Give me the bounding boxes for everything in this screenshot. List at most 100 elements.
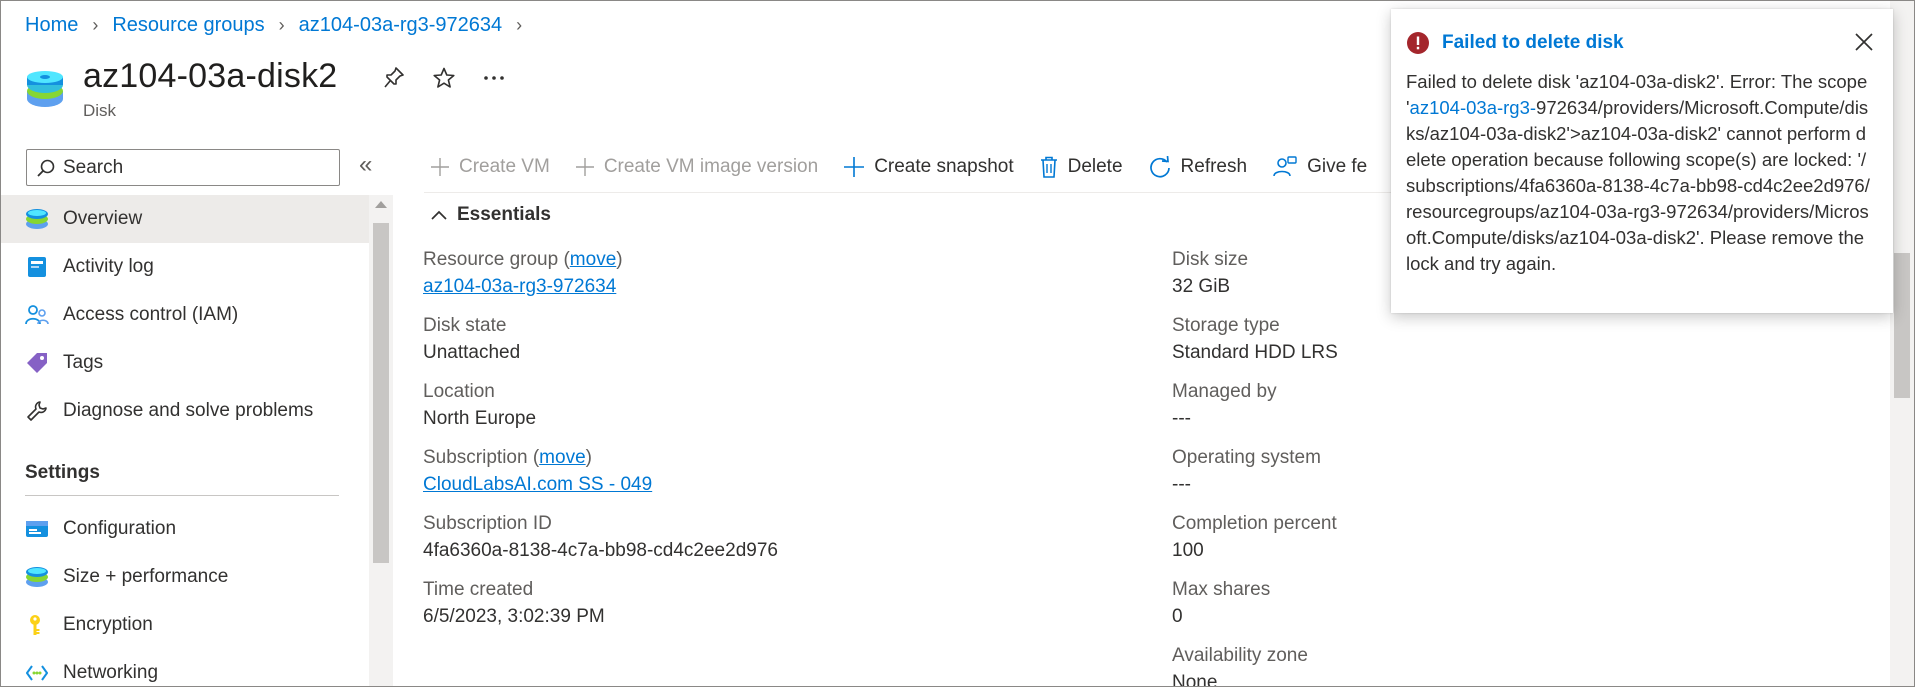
sidebar-item-configuration[interactable]: Configuration — [1, 505, 369, 553]
search-icon — [37, 159, 55, 177]
page-title: az104-03a-disk2 — [83, 57, 338, 95]
field-location: Location North Europe — [423, 381, 1023, 430]
sidebar-item-label: Encryption — [63, 614, 153, 635]
field-value: 0 — [1172, 606, 1183, 627]
field-time-created: Time created 6/5/2023, 3:02:39 PM — [423, 579, 1023, 628]
field-label: Managed by — [1172, 381, 1277, 402]
sidebar-item-diagnose[interactable]: Diagnose and solve problems — [1, 387, 369, 435]
collapse-sidebar-icon[interactable]: « — [359, 151, 372, 179]
sidebar-item-networking[interactable]: Networking — [1, 649, 369, 686]
iam-icon — [25, 303, 49, 327]
field-label-close: ) — [585, 447, 592, 468]
give-feedback-label: Give fe — [1307, 156, 1368, 177]
sidebar-item-size-performance[interactable]: Size + performance — [1, 553, 369, 601]
activity-log-icon — [25, 255, 49, 279]
create-vm-button[interactable]: Create VM — [431, 156, 550, 178]
trash-icon — [1040, 156, 1058, 178]
wrench-icon — [25, 399, 49, 423]
field-availability-zone: Availability zone None — [1172, 645, 1772, 687]
field-label: Availability zone — [1172, 645, 1308, 666]
sidebar-item-tags[interactable]: Tags — [1, 339, 369, 387]
title-actions — [381, 63, 507, 93]
chevron-right-icon: › — [278, 15, 285, 35]
field-value: North Europe — [423, 408, 537, 429]
give-feedback-button[interactable]: Give fe — [1273, 156, 1367, 178]
essentials-toggle[interactable]: Essentials — [431, 204, 551, 226]
notification-message: Failed to delete disk 'az104-03a-disk2'.… — [1406, 69, 1871, 277]
field-value: 4fa6360a-8138-4c7a-bb98-cd4c2ee2d976 — [423, 540, 778, 561]
notification-scope-link[interactable]: az104-03a-rg3- — [1410, 97, 1537, 118]
resource-type: Disk — [83, 101, 117, 120]
sidebar-search[interactable] — [26, 149, 340, 186]
create-vm-image-button[interactable]: Create VM image version — [575, 156, 819, 178]
sidebar-item-label: Activity log — [63, 256, 154, 277]
delete-button[interactable]: Delete — [1040, 156, 1123, 178]
main-scrollbar[interactable] — [1890, 1, 1914, 686]
field-value: Unattached — [423, 342, 521, 363]
sidebar-item-iam[interactable]: Access control (IAM) — [1, 291, 369, 339]
create-snapshot-button[interactable]: Create snapshot — [844, 156, 1014, 178]
sidebar-item-overview[interactable]: Overview — [1, 195, 369, 243]
scroll-up-icon[interactable] — [375, 201, 387, 208]
move-resource-group-link[interactable]: move — [570, 249, 616, 270]
plus-icon — [431, 158, 449, 176]
sidebar-section-settings: Settings — [25, 462, 100, 483]
sidebar-scroll-thumb[interactable] — [373, 223, 389, 563]
resource-group-link[interactable]: az104-03a-rg3-972634 — [423, 276, 1023, 298]
sidebar: Overview Activity log Access control (IA… — [1, 195, 393, 686]
field-label: Disk state — [423, 315, 507, 336]
sidebar-item-label: Networking — [63, 662, 159, 683]
field-resource-group: Resource group (move) az104-03a-rg3-9726… — [423, 249, 1023, 298]
more-options-icon[interactable] — [481, 63, 507, 93]
search-input[interactable] — [63, 156, 323, 179]
sidebar-item-label: Overview — [63, 208, 143, 229]
sidebar-item-label: Tags — [63, 352, 104, 373]
field-operating-system: Operating system --- — [1172, 447, 1772, 496]
move-subscription-link[interactable]: move — [539, 447, 585, 468]
field-completion-percent: Completion percent 100 — [1172, 513, 1772, 562]
disk-icon — [27, 71, 63, 107]
error-notification: Failed to delete disk Failed to delete d… — [1391, 9, 1893, 313]
field-subscription-id: Subscription ID 4fa6360a-8138-4c7a-bb98-… — [423, 513, 1023, 562]
key-icon — [25, 613, 49, 637]
breadcrumb: Home › Resource groups › az104-03a-rg3-9… — [25, 14, 536, 37]
disk-icon — [25, 207, 49, 231]
field-label: Operating system — [1172, 447, 1321, 468]
sidebar-item-label: Diagnose and solve problems — [63, 400, 314, 421]
error-icon — [1407, 32, 1429, 54]
notification-title[interactable]: Failed to delete disk — [1442, 32, 1624, 54]
sidebar-item-encryption[interactable]: Encryption — [1, 601, 369, 649]
refresh-button[interactable]: Refresh — [1149, 156, 1248, 178]
breadcrumb-resource-groups[interactable]: Resource groups — [112, 14, 264, 37]
field-label: Subscription ( — [423, 447, 540, 468]
field-managed-by: Managed by --- — [1172, 381, 1772, 430]
field-value: None — [1172, 672, 1218, 687]
create-snapshot-label: Create snapshot — [874, 156, 1014, 177]
field-value: Standard HDD LRS — [1172, 342, 1338, 363]
field-label: Time created — [423, 579, 534, 600]
star-icon[interactable] — [431, 63, 457, 93]
pin-icon[interactable] — [381, 63, 407, 93]
create-vm-image-label: Create VM image version — [603, 156, 819, 177]
field-label: Subscription ID — [423, 513, 552, 534]
field-value: --- — [1172, 408, 1191, 429]
main-scroll-thumb[interactable] — [1894, 253, 1910, 398]
portal-window: Home › Resource groups › az104-03a-rg3-9… — [0, 0, 1915, 687]
subscription-link[interactable]: CloudLabsAI.com SS - 049 — [423, 474, 1023, 496]
field-label: Storage type — [1172, 315, 1280, 336]
breadcrumb-home[interactable]: Home — [25, 14, 78, 37]
essentials-heading: Essentials — [457, 204, 551, 225]
breadcrumb-resource-group[interactable]: az104-03a-rg3-972634 — [299, 14, 503, 37]
disk-icon — [25, 565, 49, 589]
refresh-icon — [1149, 156, 1171, 178]
plus-icon — [575, 158, 594, 176]
refresh-label: Refresh — [1180, 156, 1248, 177]
sidebar-scrollbar[interactable] — [369, 195, 393, 686]
field-value: 100 — [1172, 540, 1204, 561]
chevron-up-icon — [431, 210, 447, 220]
delete-label: Delete — [1067, 156, 1123, 177]
close-icon[interactable] — [1853, 31, 1875, 53]
field-max-shares: Max shares 0 — [1172, 579, 1772, 628]
sidebar-item-activity-log[interactable]: Activity log — [1, 243, 369, 291]
create-vm-label: Create VM — [459, 156, 550, 177]
